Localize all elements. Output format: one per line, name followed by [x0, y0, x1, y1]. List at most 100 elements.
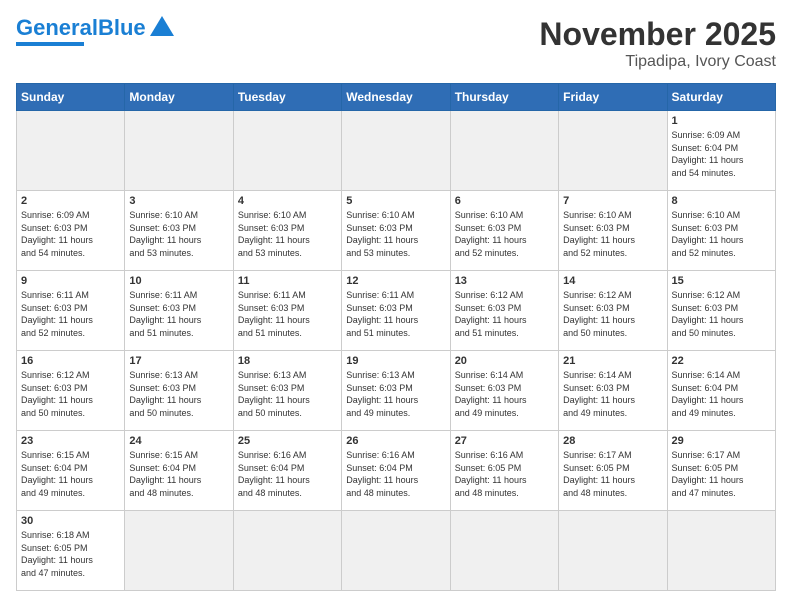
day-number: 28	[563, 435, 662, 447]
logo: GeneralBlue	[16, 16, 176, 46]
day-info: Sunrise: 6:18 AM Sunset: 6:05 PM Dayligh…	[21, 529, 120, 579]
day-number: 7	[563, 195, 662, 207]
day-number: 1	[672, 115, 771, 127]
calendar-cell: 21 Sunrise: 6:14 AM Sunset: 6:03 PM Dayli…	[559, 351, 667, 431]
calendar-week-row: 9 Sunrise: 6:11 AM Sunset: 6:03 PM Daylig…	[17, 271, 776, 351]
calendar-week-row: 23 Sunrise: 6:15 AM Sunset: 6:04 PM Dayli…	[17, 431, 776, 511]
calendar-header-friday: Friday	[559, 84, 667, 111]
logo-general: General	[16, 15, 98, 40]
day-info: Sunrise: 6:12 AM Sunset: 6:03 PM Dayligh…	[563, 289, 662, 339]
day-number: 30	[21, 515, 120, 527]
calendar-header-saturday: Saturday	[667, 84, 775, 111]
day-info: Sunrise: 6:12 AM Sunset: 6:03 PM Dayligh…	[672, 289, 771, 339]
day-info: Sunrise: 6:16 AM Sunset: 6:05 PM Dayligh…	[455, 449, 554, 499]
calendar-cell: 20Sunrise: 6:14 AM Sunset: 6:03 PM Dayli…	[450, 351, 558, 431]
calendar-cell	[17, 111, 125, 191]
day-number: 10	[129, 275, 228, 287]
day-info: Sunrise: 6:16 AM Sunset: 6:04 PM Dayligh…	[346, 449, 445, 499]
day-number: 11	[238, 275, 337, 287]
calendar-cell: 3Sunrise: 6:10 AM Sunset: 6:03 PM Daylig…	[125, 191, 233, 271]
day-number: 21	[563, 355, 662, 367]
calendar-cell	[125, 111, 233, 191]
calendar-cell: 28 Sunrise: 6:17 AM Sunset: 6:05 PM Dayli…	[559, 431, 667, 511]
day-number: 24	[129, 435, 228, 447]
logo-icon	[148, 12, 176, 40]
calendar-cell: 5Sunrise: 6:10 AM Sunset: 6:03 PM Daylig…	[342, 191, 450, 271]
day-info: Sunrise: 6:15 AM Sunset: 6:04 PM Dayligh…	[21, 449, 120, 499]
calendar-cell: 2 Sunrise: 6:09 AM Sunset: 6:03 PM Daylig…	[17, 191, 125, 271]
calendar-cell: 24 Sunrise: 6:15 AM Sunset: 6:04 PM Dayli…	[125, 431, 233, 511]
day-info: Sunrise: 6:11 AM Sunset: 6:03 PM Dayligh…	[346, 289, 445, 339]
day-info: Sunrise: 6:13 AM Sunset: 6:03 PM Dayligh…	[129, 369, 228, 419]
calendar-header-sunday: Sunday	[17, 84, 125, 111]
calendar-cell	[233, 511, 341, 591]
calendar-table: SundayMondayTuesdayWednesdayThursdayFrid…	[16, 83, 776, 591]
day-info: Sunrise: 6:10 AM Sunset: 6:03 PM Dayligh…	[563, 209, 662, 259]
calendar-cell: 15 Sunrise: 6:12 AM Sunset: 6:03 PM Dayli…	[667, 271, 775, 351]
calendar-cell: 22Sunrise: 6:14 AM Sunset: 6:04 PM Dayli…	[667, 351, 775, 431]
day-info: Sunrise: 6:11 AM Sunset: 6:03 PM Dayligh…	[129, 289, 228, 339]
day-number: 25	[238, 435, 337, 447]
day-info: Sunrise: 6:14 AM Sunset: 6:03 PM Dayligh…	[455, 369, 554, 419]
logo-underline	[16, 42, 84, 46]
day-info: Sunrise: 6:11 AM Sunset: 6:03 PM Dayligh…	[21, 289, 120, 339]
day-number: 14	[563, 275, 662, 287]
calendar-week-row: 30 Sunrise: 6:18 AM Sunset: 6:05 PM Dayli…	[17, 511, 776, 591]
day-info: Sunrise: 6:13 AM Sunset: 6:03 PM Dayligh…	[238, 369, 337, 419]
calendar-cell: 16Sunrise: 6:12 AM Sunset: 6:03 PM Dayli…	[17, 351, 125, 431]
day-info: Sunrise: 6:12 AM Sunset: 6:03 PM Dayligh…	[21, 369, 120, 419]
day-info: Sunrise: 6:14 AM Sunset: 6:03 PM Dayligh…	[563, 369, 662, 419]
day-number: 9	[21, 275, 120, 287]
calendar-cell: 12 Sunrise: 6:11 AM Sunset: 6:03 PM Dayli…	[342, 271, 450, 351]
day-info: Sunrise: 6:15 AM Sunset: 6:04 PM Dayligh…	[129, 449, 228, 499]
calendar-cell: 30 Sunrise: 6:18 AM Sunset: 6:05 PM Dayli…	[17, 511, 125, 591]
calendar-cell: 11Sunrise: 6:11 AM Sunset: 6:03 PM Dayli…	[233, 271, 341, 351]
calendar-cell	[559, 511, 667, 591]
calendar-cell: 23 Sunrise: 6:15 AM Sunset: 6:04 PM Dayli…	[17, 431, 125, 511]
calendar-cell: 7 Sunrise: 6:10 AM Sunset: 6:03 PM Daylig…	[559, 191, 667, 271]
title-block: November 2025 Tipadipa, Ivory Coast	[539, 16, 776, 71]
calendar-cell: 13Sunrise: 6:12 AM Sunset: 6:03 PM Dayli…	[450, 271, 558, 351]
month-title: November 2025	[539, 16, 776, 53]
day-number: 8	[672, 195, 771, 207]
calendar-cell: 6Sunrise: 6:10 AM Sunset: 6:03 PM Daylig…	[450, 191, 558, 271]
calendar-cell: 25Sunrise: 6:16 AM Sunset: 6:04 PM Dayli…	[233, 431, 341, 511]
day-number: 12	[346, 275, 445, 287]
day-number: 19	[346, 355, 445, 367]
calendar-cell: 17Sunrise: 6:13 AM Sunset: 6:03 PM Dayli…	[125, 351, 233, 431]
calendar-header-row: SundayMondayTuesdayWednesdayThursdayFrid…	[17, 84, 776, 111]
calendar-week-row: 1Sunrise: 6:09 AM Sunset: 6:04 PM Daylig…	[17, 111, 776, 191]
calendar-cell	[342, 111, 450, 191]
day-info: Sunrise: 6:10 AM Sunset: 6:03 PM Dayligh…	[672, 209, 771, 259]
calendar-week-row: 2 Sunrise: 6:09 AM Sunset: 6:03 PM Daylig…	[17, 191, 776, 271]
calendar-cell	[342, 511, 450, 591]
calendar-header-monday: Monday	[125, 84, 233, 111]
day-number: 5	[346, 195, 445, 207]
calendar-cell: 4Sunrise: 6:10 AM Sunset: 6:03 PM Daylig…	[233, 191, 341, 271]
calendar-header-thursday: Thursday	[450, 84, 558, 111]
calendar-week-row: 16Sunrise: 6:12 AM Sunset: 6:03 PM Dayli…	[17, 351, 776, 431]
location-title: Tipadipa, Ivory Coast	[539, 53, 776, 71]
calendar-header-wednesday: Wednesday	[342, 84, 450, 111]
day-number: 2	[21, 195, 120, 207]
day-info: Sunrise: 6:10 AM Sunset: 6:03 PM Dayligh…	[238, 209, 337, 259]
calendar-cell: 19Sunrise: 6:13 AM Sunset: 6:03 PM Dayli…	[342, 351, 450, 431]
calendar-cell	[667, 511, 775, 591]
calendar-cell: 9 Sunrise: 6:11 AM Sunset: 6:03 PM Daylig…	[17, 271, 125, 351]
calendar-cell	[125, 511, 233, 591]
calendar-cell	[233, 111, 341, 191]
day-info: Sunrise: 6:17 AM Sunset: 6:05 PM Dayligh…	[563, 449, 662, 499]
calendar-cell: 1Sunrise: 6:09 AM Sunset: 6:04 PM Daylig…	[667, 111, 775, 191]
day-number: 29	[672, 435, 771, 447]
calendar-cell: 8 Sunrise: 6:10 AM Sunset: 6:03 PM Daylig…	[667, 191, 775, 271]
day-info: Sunrise: 6:10 AM Sunset: 6:03 PM Dayligh…	[129, 209, 228, 259]
day-number: 26	[346, 435, 445, 447]
day-info: Sunrise: 6:09 AM Sunset: 6:03 PM Dayligh…	[21, 209, 120, 259]
day-number: 13	[455, 275, 554, 287]
calendar-cell	[559, 111, 667, 191]
day-number: 15	[672, 275, 771, 287]
day-number: 23	[21, 435, 120, 447]
calendar-cell: 14 Sunrise: 6:12 AM Sunset: 6:03 PM Dayli…	[559, 271, 667, 351]
day-number: 22	[672, 355, 771, 367]
page-header: GeneralBlue November 2025 Tipadipa, Ivor…	[16, 16, 776, 71]
